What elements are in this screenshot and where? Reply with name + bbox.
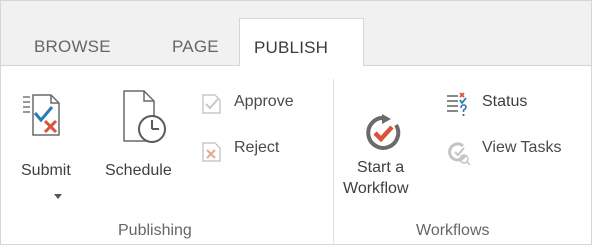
tab-bar-divider — [1, 65, 239, 66]
schedule-label: Schedule — [105, 162, 172, 179]
approve-button[interactable]: Approve — [201, 91, 321, 117]
submit-document-icon — [21, 89, 65, 139]
chevron-down-icon[interactable] — [54, 187, 62, 205]
view-tasks-label: View Tasks — [482, 139, 562, 156]
tab-browse[interactable]: BROWSE — [34, 29, 111, 65]
ribbon: BROWSE PAGE PUBLISH Submit Schedule Appr… — [0, 0, 592, 245]
reject-button[interactable]: Reject — [201, 137, 321, 163]
start-workflow-label-line1: Start a — [357, 159, 405, 176]
view-tasks-icon — [445, 139, 471, 165]
status-label: Status — [482, 93, 528, 110]
approve-label: Approve — [234, 93, 294, 110]
workflow-status-icon — [445, 91, 471, 117]
workflows-group-label: Workflows — [416, 222, 490, 239]
publishing-group-label: Publishing — [118, 222, 192, 239]
tab-publish[interactable]: PUBLISH — [239, 18, 364, 66]
group-separator — [333, 79, 334, 245]
start-workflow-label-line2: Workflow — [343, 180, 409, 197]
approve-check-icon — [201, 93, 223, 115]
start-workflow-icon — [361, 111, 405, 155]
start-workflow-button[interactable]: Start a Workflow — [343, 111, 439, 206]
reject-label: Reject — [234, 139, 280, 156]
submit-button[interactable]: Submit — [21, 89, 81, 209]
tab-page[interactable]: PAGE — [172, 29, 219, 65]
schedule-clock-icon — [118, 89, 168, 145]
submit-label: Submit — [21, 162, 71, 179]
schedule-button[interactable]: Schedule — [105, 89, 187, 189]
reject-x-icon — [201, 141, 223, 163]
view-tasks-button[interactable]: View Tasks — [445, 137, 585, 165]
status-button[interactable]: Status — [445, 91, 555, 117]
tab-bar-divider-right — [364, 65, 591, 66]
